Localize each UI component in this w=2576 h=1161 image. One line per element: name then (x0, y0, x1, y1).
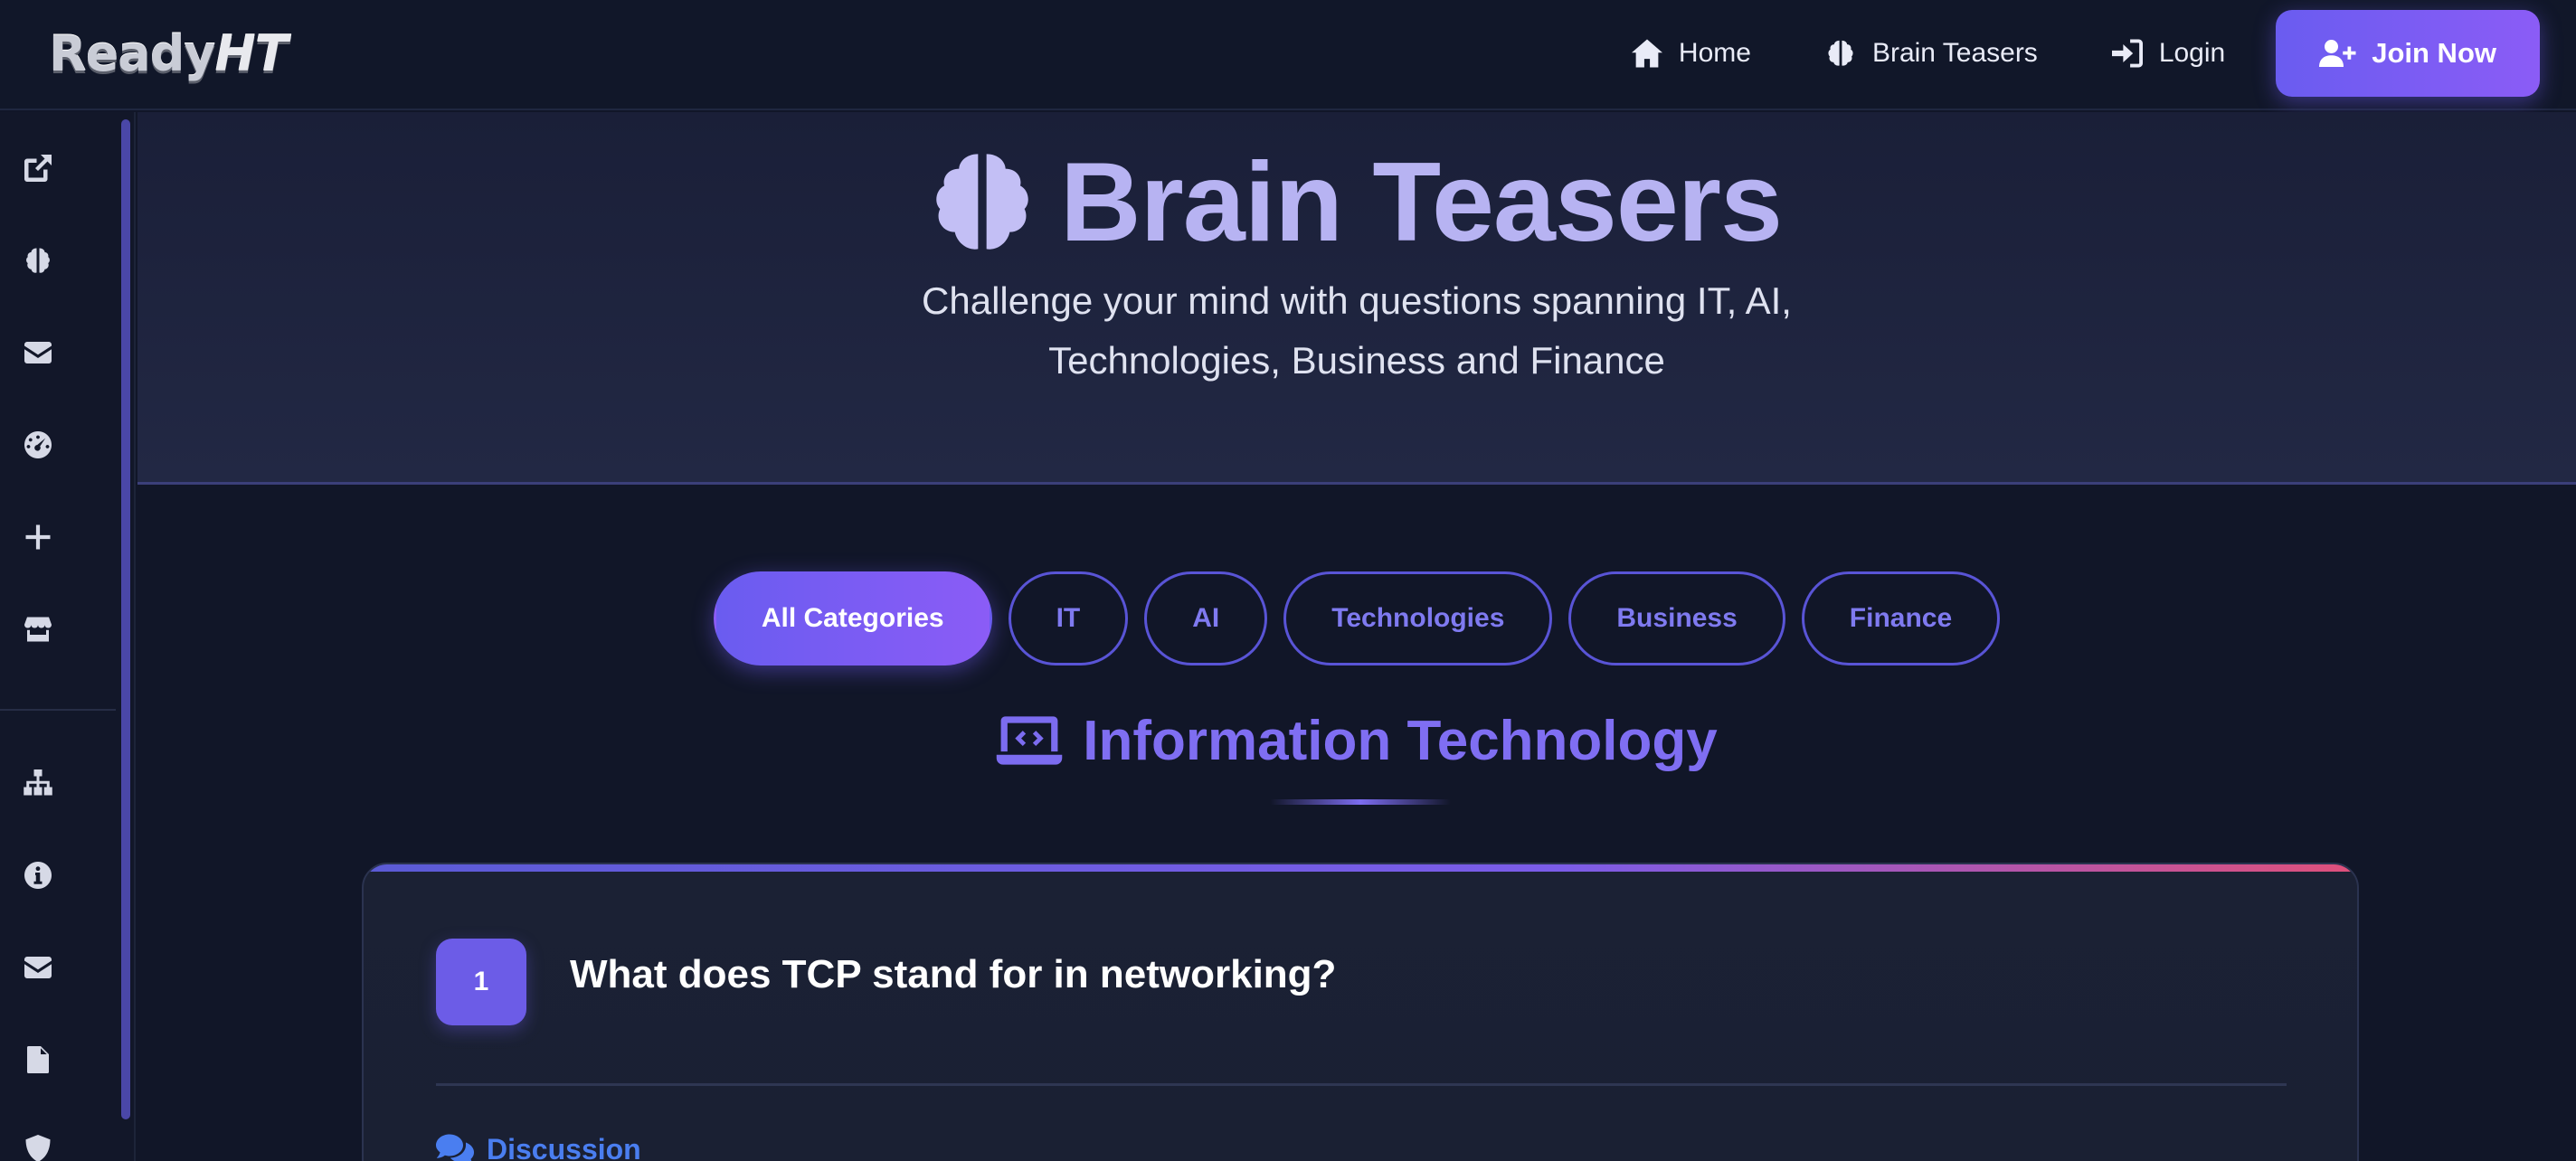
sidebar (0, 112, 136, 1161)
section-underline (1270, 799, 1451, 805)
section-title: Information Technology (1083, 709, 1718, 772)
question-card: 1 What does TCP stand for in networking?… (362, 863, 2359, 1161)
external-link-icon[interactable] (20, 150, 56, 186)
user-plus-icon (2319, 40, 2356, 67)
category-ai[interactable]: AI (1144, 571, 1268, 665)
hero: Brain Teasers Challenge your mind with q… (137, 112, 2576, 485)
logo-text: Ready (49, 25, 215, 82)
discussion-label: Discussion (487, 1132, 641, 1161)
nav-login[interactable]: Login (2074, 9, 2261, 98)
sidebar-divider (0, 709, 116, 711)
gauge-icon[interactable] (20, 427, 56, 463)
join-now-button[interactable]: Join Now (2276, 10, 2540, 97)
envelope-icon[interactable] (20, 335, 56, 371)
page-subtitle: Challenge your mind with questions spann… (137, 271, 2576, 391)
main-nav: Home Brain Teasers Login Join Now (1594, 9, 2540, 98)
nav-home-label: Home (1678, 38, 1751, 68)
join-now-label: Join Now (2372, 37, 2496, 69)
logo-accent: HT (214, 25, 289, 82)
logo[interactable]: ReadyHT (49, 25, 289, 82)
info-icon[interactable] (20, 857, 56, 893)
laptop-code-icon (997, 716, 1063, 765)
nav-brain-teasers-label: Brain Teasers (1871, 38, 2038, 68)
nav-login-label: Login (2158, 38, 2226, 68)
card-accent-bar (364, 864, 2357, 872)
shield-icon[interactable] (20, 1130, 56, 1161)
card-divider (436, 1083, 2287, 1086)
nav-brain-teasers[interactable]: Brain Teasers (1787, 9, 2074, 98)
store-icon[interactable] (20, 611, 56, 647)
top-navbar: ReadyHT Home Brain Teasers Login Join No… (0, 0, 2576, 110)
question-text: What does TCP stand for in networking? (570, 952, 1337, 996)
page-title: Brain Teasers (1059, 140, 1783, 265)
category-technologies[interactable]: Technologies (1283, 571, 1553, 665)
login-icon (2111, 39, 2143, 68)
subtitle-line-1: Challenge your mind with questions spann… (922, 279, 1792, 322)
category-filter: All Categories IT AI Technologies Busine… (137, 571, 2576, 665)
envelope-icon[interactable] (20, 949, 56, 986)
question-number-badge: 1 (436, 939, 526, 1025)
category-business[interactable]: Business (1568, 571, 1785, 665)
plus-icon[interactable] (20, 519, 56, 555)
section-heading: Information Technology (137, 702, 2576, 779)
category-finance[interactable]: Finance (1801, 571, 2001, 665)
file-icon[interactable] (20, 1042, 56, 1078)
subtitle-line-2: Technologies, Business and Finance (1048, 339, 1665, 382)
sidebar-scrollbar[interactable] (121, 119, 130, 1119)
sitemap-icon[interactable] (20, 765, 56, 801)
hero-title-row: Brain Teasers (137, 130, 2576, 275)
comments-icon (436, 1134, 474, 1161)
nav-home[interactable]: Home (1594, 9, 1787, 98)
category-all[interactable]: All Categories (713, 571, 992, 665)
discussion-toggle[interactable]: Discussion (436, 1127, 641, 1161)
home-icon (1631, 39, 1662, 68)
brain-icon (1828, 40, 1853, 66)
category-it[interactable]: IT (1008, 571, 1129, 665)
brain-icon[interactable] (20, 242, 56, 278)
brain-icon (936, 154, 1028, 250)
